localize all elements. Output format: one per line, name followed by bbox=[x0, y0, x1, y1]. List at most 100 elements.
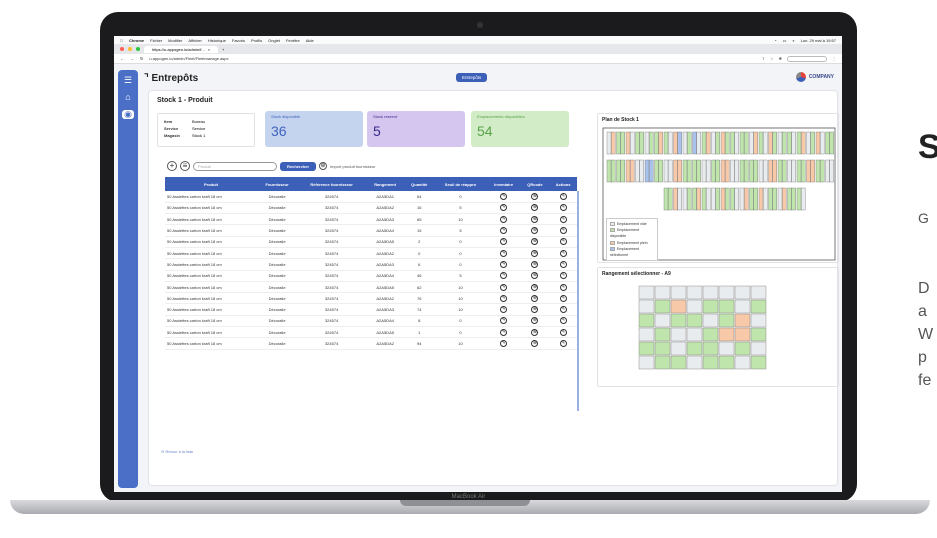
storage-slot[interactable] bbox=[791, 131, 796, 155]
storage-slot[interactable] bbox=[682, 187, 688, 211]
rangement-cell[interactable] bbox=[734, 341, 751, 356]
storage-slot[interactable] bbox=[753, 131, 758, 155]
table-row[interactable]: 50 Assiettes carton kraft 18 cm Décoralie… bbox=[165, 191, 577, 203]
nav-pill-entrepots[interactable]: Entrepôts bbox=[456, 73, 488, 82]
storage-slot[interactable] bbox=[730, 187, 735, 211]
storage-slot[interactable] bbox=[772, 159, 777, 183]
storage-slot[interactable] bbox=[625, 159, 631, 183]
storage-slot[interactable] bbox=[658, 131, 663, 155]
rangement-cell[interactable] bbox=[670, 285, 687, 300]
storage-slot[interactable] bbox=[654, 159, 659, 183]
qrcode-icon[interactable]: ⊗ bbox=[531, 260, 539, 268]
storage-slot[interactable] bbox=[692, 159, 697, 183]
rangement-cell[interactable] bbox=[750, 285, 767, 300]
column-header[interactable]: Fournisseur bbox=[257, 177, 298, 191]
extensions-icon[interactable]: ✱ bbox=[779, 56, 782, 62]
rangement-cell[interactable] bbox=[654, 285, 671, 300]
storage-slot[interactable] bbox=[787, 131, 792, 155]
rangement-cell[interactable] bbox=[654, 327, 671, 342]
search-icon[interactable]: ⌕ bbox=[792, 38, 794, 43]
storage-slot[interactable] bbox=[635, 131, 640, 155]
storage-slot[interactable] bbox=[686, 187, 692, 211]
storage-slot[interactable] bbox=[753, 159, 758, 183]
storage-slot[interactable] bbox=[730, 159, 735, 183]
rangement-cell[interactable] bbox=[670, 341, 687, 356]
menubar-item[interactable]: Historique bbox=[208, 38, 226, 43]
storage-slot[interactable] bbox=[682, 159, 688, 183]
rangement-cell[interactable] bbox=[718, 313, 735, 328]
storage-slot[interactable] bbox=[768, 159, 773, 183]
storage-slot[interactable] bbox=[791, 159, 796, 183]
action-edit-icon[interactable]: ✎ bbox=[559, 227, 567, 235]
storage-slot[interactable] bbox=[644, 159, 650, 183]
storage-slot[interactable] bbox=[686, 131, 692, 155]
column-header[interactable]: Référence fournisseur bbox=[297, 177, 367, 191]
rangement-cell[interactable] bbox=[638, 341, 655, 356]
storage-slot[interactable] bbox=[791, 187, 796, 211]
table-row[interactable]: 50 Assiettes carton kraft 18 cm Décoralie… bbox=[165, 247, 577, 260]
storage-slot[interactable] bbox=[800, 159, 806, 183]
menubar-clock[interactable]: Lun. 29 mai à 19:57 bbox=[801, 38, 836, 43]
qrcode-icon[interactable]: ⊗ bbox=[531, 238, 539, 246]
menubar-item[interactable]: Afficher bbox=[188, 38, 202, 43]
rangement-cell[interactable] bbox=[638, 355, 655, 370]
storage-slot[interactable] bbox=[620, 131, 625, 155]
storage-slot[interactable] bbox=[620, 159, 625, 183]
storage-slot[interactable] bbox=[815, 159, 821, 183]
table-scrollbar[interactable] bbox=[577, 191, 579, 411]
storage-slot[interactable] bbox=[724, 187, 730, 211]
back-arrow-icon[interactable]: ← bbox=[120, 56, 124, 61]
rangement-cell[interactable] bbox=[718, 327, 735, 342]
action-edit-icon[interactable]: ✎ bbox=[559, 192, 567, 200]
browser-tab[interactable]: https://u.appogen.io/admin/f... × bbox=[144, 45, 219, 53]
table-row[interactable]: 50 Assiettes carton kraft 18 cm Décoralie… bbox=[165, 270, 577, 282]
apple-icon[interactable]:  bbox=[120, 38, 123, 43]
inventory-edit-icon[interactable]: ✎ bbox=[500, 340, 508, 347]
table-row[interactable]: 50 Assiettes carton kraft 18 cm Décoralie… bbox=[165, 326, 577, 339]
action-edit-icon[interactable]: ✎ bbox=[559, 238, 567, 246]
close-window-icon[interactable] bbox=[120, 47, 124, 51]
rangement-cell[interactable] bbox=[718, 341, 735, 356]
inventory-edit-icon[interactable]: ✎ bbox=[500, 328, 508, 336]
storage-slot[interactable] bbox=[705, 131, 711, 155]
action-edit-icon[interactable]: ✎ bbox=[559, 215, 567, 223]
storage-slot[interactable] bbox=[639, 159, 644, 183]
storage-slot[interactable] bbox=[762, 131, 768, 155]
table-row[interactable]: 50 Assiettes carton kraft 18 cm Décoralie… bbox=[165, 202, 577, 215]
warehouse-icon[interactable]: ◉ bbox=[122, 110, 134, 119]
rangement-cell[interactable] bbox=[718, 355, 735, 370]
storage-slot[interactable] bbox=[667, 159, 673, 183]
storage-slot[interactable] bbox=[692, 131, 697, 155]
rangement-cell[interactable] bbox=[670, 355, 687, 370]
storage-slot[interactable] bbox=[743, 131, 749, 155]
rangement-cell[interactable] bbox=[686, 285, 703, 300]
search-input[interactable]: Produit bbox=[193, 161, 277, 171]
storage-slot[interactable] bbox=[758, 159, 764, 183]
inventory-edit-icon[interactable]: ✎ bbox=[500, 260, 508, 268]
storage-slot[interactable] bbox=[734, 131, 739, 155]
storage-slot[interactable] bbox=[715, 159, 720, 183]
storage-slot[interactable] bbox=[677, 187, 682, 211]
qrcode-icon[interactable]: ⊗ bbox=[531, 272, 539, 280]
rangement-cell[interactable] bbox=[734, 313, 751, 328]
inventory-edit-icon[interactable]: ✎ bbox=[500, 249, 508, 257]
qrcode-icon[interactable]: ⊗ bbox=[531, 227, 539, 235]
url-field[interactable]: u.appogen.io/admin/Fleet/Fleetmanage.asp… bbox=[149, 56, 755, 61]
qrcode-icon[interactable]: ⊗ bbox=[531, 215, 539, 223]
storage-slot[interactable] bbox=[781, 159, 787, 183]
table-row[interactable]: 50 Assiettes carton kraft 18 cm Décoralie… bbox=[165, 258, 577, 271]
storage-slot[interactable] bbox=[796, 131, 802, 155]
column-header[interactable]: QRcode bbox=[520, 177, 550, 191]
storage-slot[interactable] bbox=[743, 159, 749, 183]
rangement-cell[interactable] bbox=[734, 355, 751, 370]
storage-slot[interactable] bbox=[777, 159, 783, 183]
storage-slot[interactable] bbox=[772, 131, 777, 155]
storage-slot[interactable] bbox=[768, 131, 773, 155]
storage-slot[interactable] bbox=[696, 187, 701, 211]
rangement-cell[interactable] bbox=[654, 355, 671, 370]
menubar-item[interactable]: Aide bbox=[306, 38, 314, 43]
home-icon[interactable]: ⌂ bbox=[125, 93, 130, 102]
rangement-cell[interactable] bbox=[638, 299, 655, 314]
rangement-cell[interactable] bbox=[702, 341, 719, 356]
table-row[interactable]: 50 Assiettes carton kraft 18 cm Décoralie… bbox=[165, 213, 577, 226]
